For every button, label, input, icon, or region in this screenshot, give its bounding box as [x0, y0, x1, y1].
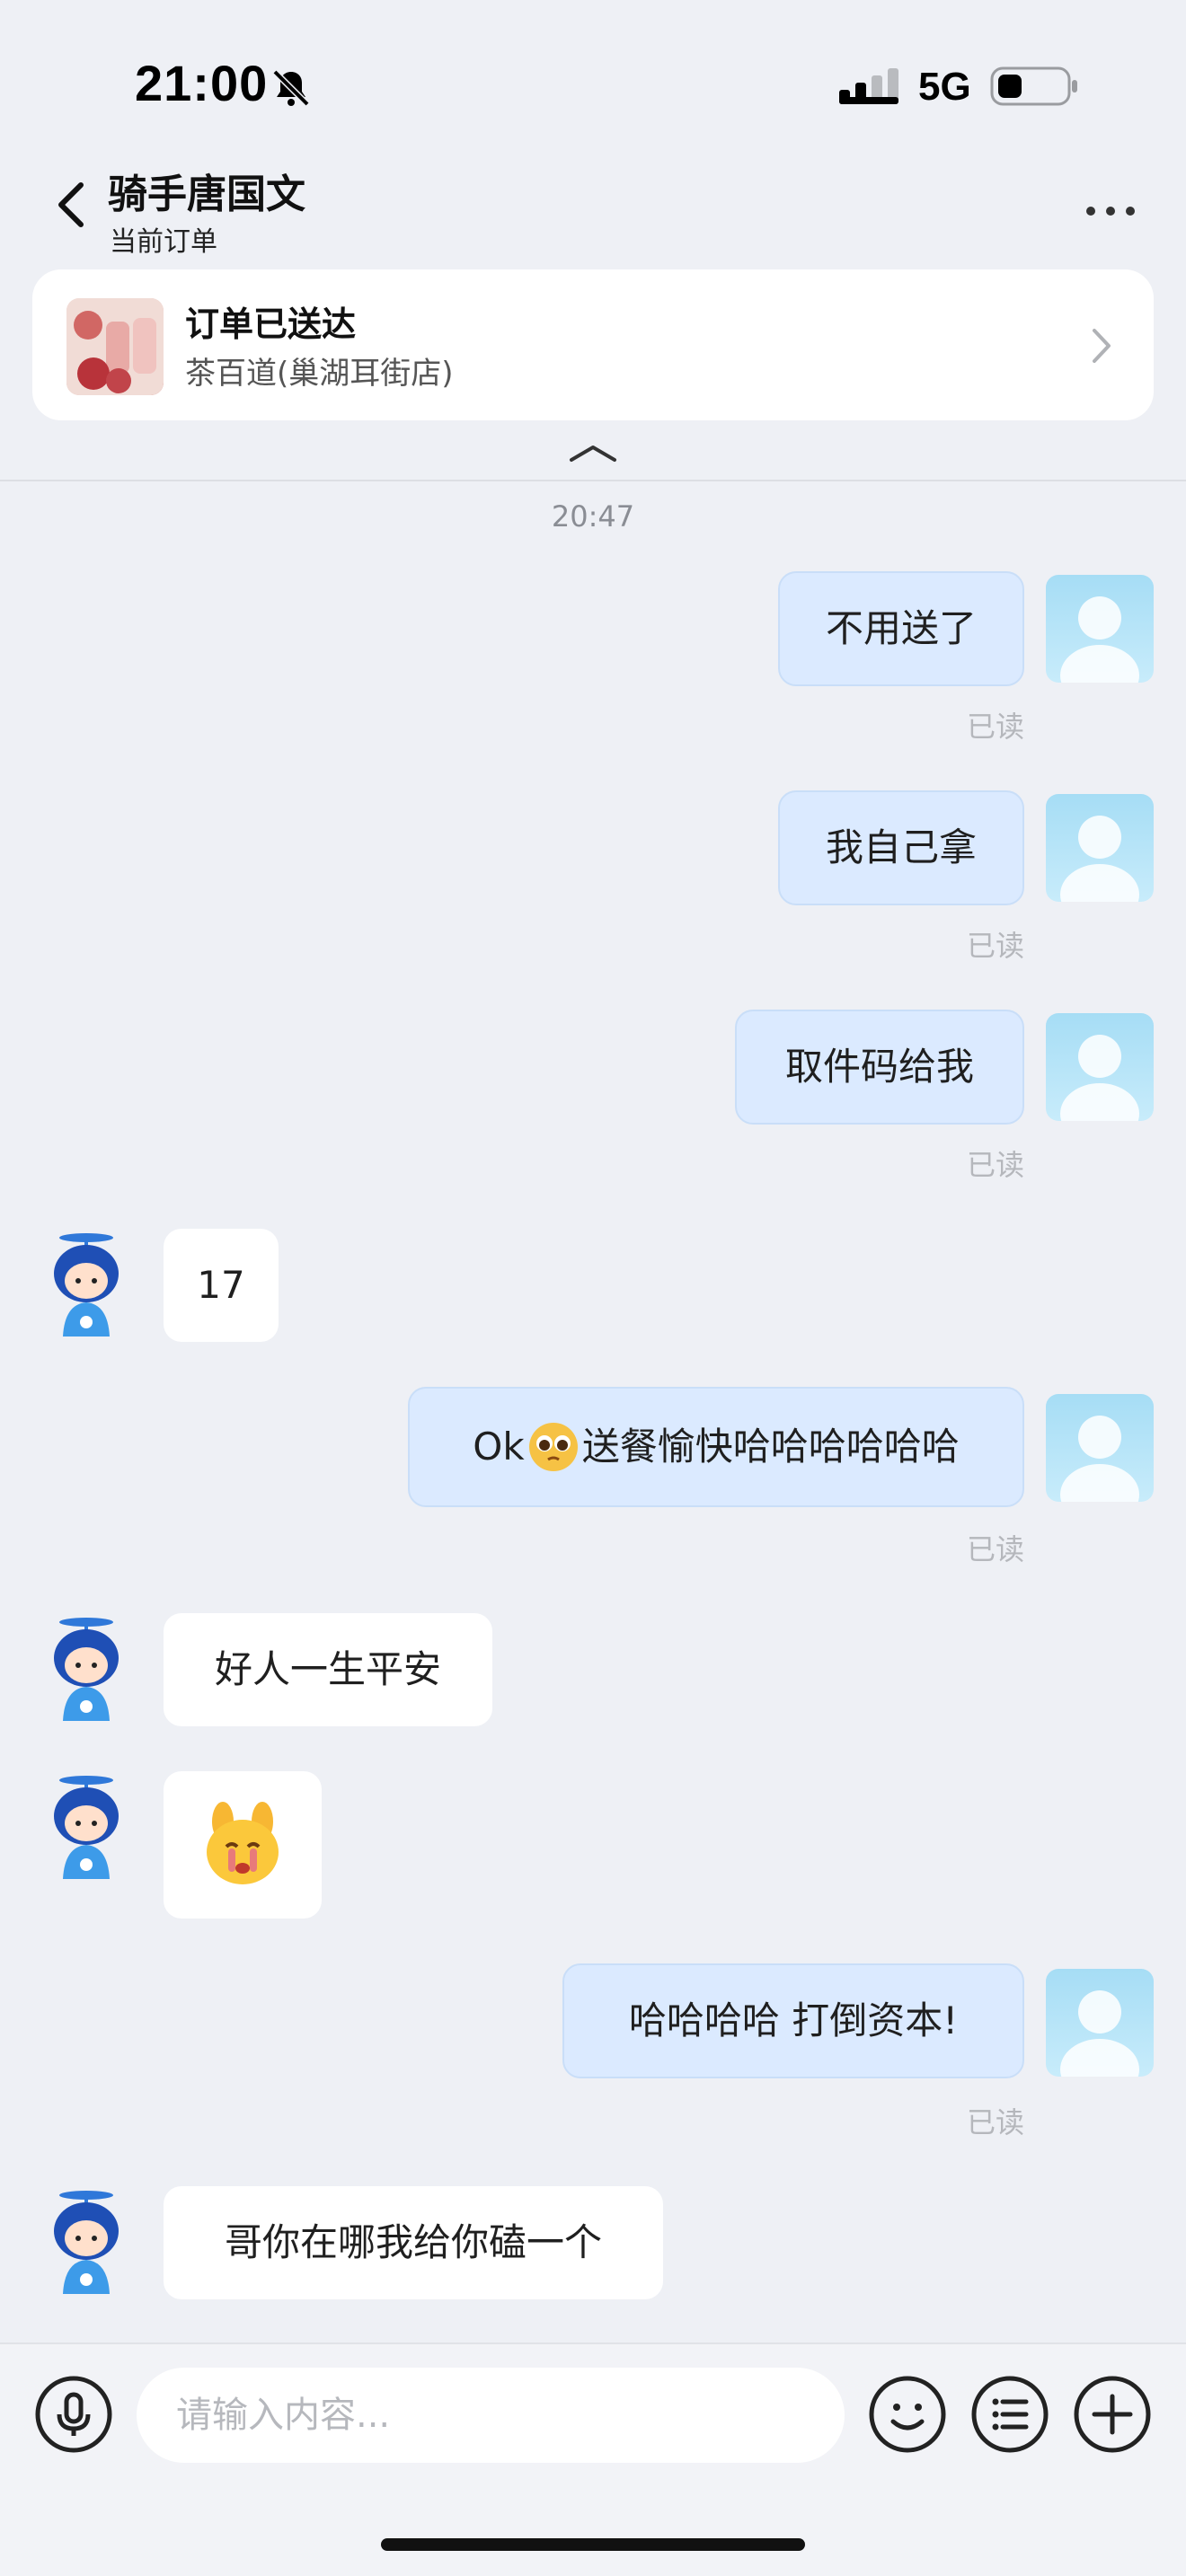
signal-icon	[839, 68, 898, 104]
microphone-icon[interactable]	[34, 2375, 113, 2454]
chat-subtitle: 当前订单	[110, 226, 217, 258]
chat-header: 骑手唐国文 当前订单	[0, 144, 1186, 260]
status-time: 21:00	[135, 55, 269, 111]
bell-muted-icon	[272, 69, 310, 107]
status-bar: 21:00 5G	[0, 0, 1186, 144]
network-label: 5G	[918, 65, 971, 109]
chevron-left-icon[interactable]	[54, 176, 90, 234]
outgoing-message-bubble[interactable]: 取件码给我	[735, 1010, 1024, 1125]
list-menu-icon[interactable]	[970, 2375, 1049, 2454]
user-avatar[interactable]	[1046, 1394, 1154, 1502]
home-indicator	[381, 2538, 805, 2551]
plus-icon[interactable]	[1073, 2375, 1152, 2454]
divider	[0, 480, 1186, 481]
chevron-right-icon	[1093, 329, 1111, 363]
message-text: Ok	[473, 1425, 525, 1469]
rider-avatar[interactable]	[32, 1229, 140, 1337]
rider-avatar[interactable]	[32, 1771, 140, 1879]
user-avatar[interactable]	[1046, 1969, 1154, 2077]
battery-icon	[990, 66, 1077, 106]
order-status: 订单已送达	[185, 304, 357, 344]
rider-avatar[interactable]	[32, 1613, 140, 1721]
incoming-sticker-bubble[interactable]	[164, 1771, 322, 1919]
order-card[interactable]: 订单已送达 茶百道(巢湖耳街店)	[32, 269, 1154, 420]
user-avatar[interactable]	[1046, 794, 1154, 902]
incoming-message-bubble[interactable]: 好人一生平安	[164, 1613, 492, 1726]
crying-face-sticker-icon	[207, 1802, 279, 1884]
outgoing-message-bubble[interactable]: 哈哈哈哈 打倒资本!	[562, 1963, 1024, 2078]
read-receipt: 已读	[966, 1532, 1024, 1566]
chat-title: 骑手唐国文	[108, 172, 305, 217]
read-receipt: 已读	[966, 2105, 1024, 2139]
more-dots-icon[interactable]	[1078, 198, 1143, 225]
order-store-name: 茶百道(巢湖耳街店)	[185, 356, 454, 392]
message-input[interactable]	[137, 2368, 845, 2463]
read-receipt: 已读	[966, 710, 1024, 744]
pleading-face-emoji-icon	[528, 1423, 578, 1471]
order-product-image	[66, 298, 164, 395]
emoji-face-icon[interactable]	[868, 2375, 947, 2454]
message-text: 送餐愉快哈哈哈哈哈哈	[581, 1425, 960, 1469]
user-avatar[interactable]	[1046, 575, 1154, 683]
read-receipt: 已读	[966, 1148, 1024, 1182]
chevron-up-icon[interactable]	[566, 442, 620, 463]
outgoing-message-bubble[interactable]: Ok 送餐愉快哈哈哈哈哈哈	[408, 1387, 1024, 1507]
read-receipt: 已读	[966, 929, 1024, 963]
outgoing-message-bubble[interactable]: 我自己拿	[778, 790, 1024, 905]
outgoing-message-bubble[interactable]: 不用送了	[778, 571, 1024, 686]
rider-avatar[interactable]	[32, 2186, 140, 2294]
incoming-message-bubble[interactable]: 哥你在哪我给你磕一个	[164, 2186, 663, 2299]
incoming-message-bubble[interactable]: 17	[164, 1229, 279, 1342]
message-timestamp: 20:47	[551, 499, 635, 534]
user-avatar[interactable]	[1046, 1013, 1154, 1121]
